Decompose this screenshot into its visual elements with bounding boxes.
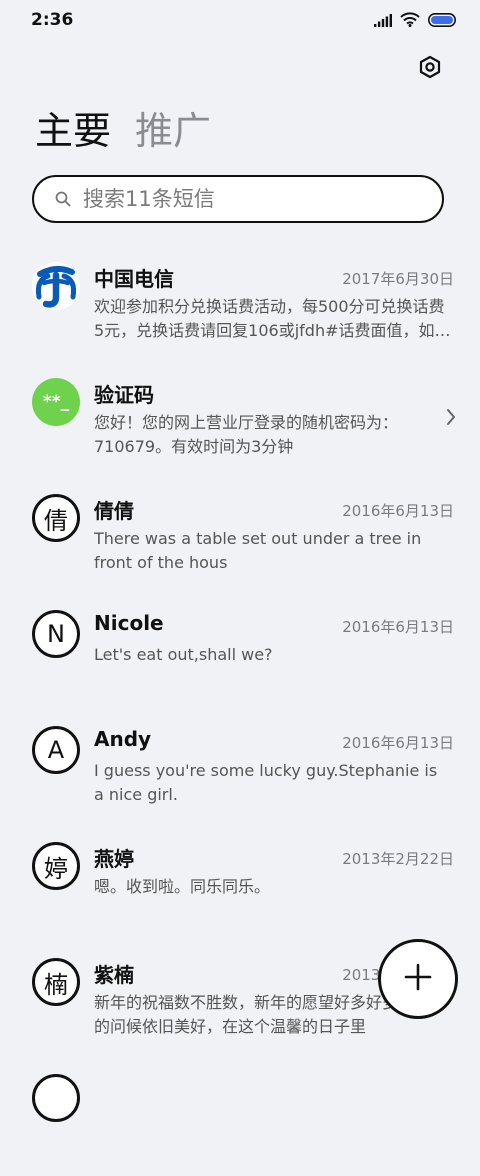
avatar: A bbox=[32, 726, 80, 774]
message-preview: 嗯。收到啦。同乐同乐。 bbox=[94, 877, 271, 896]
signal-icon bbox=[374, 12, 392, 31]
settings-icon bbox=[418, 55, 442, 83]
avatar bbox=[32, 1074, 80, 1122]
message-list: 中国电信 2017年6月30日 欢迎参加积分兑换话费活动，每500分可兑换话费5… bbox=[0, 248, 480, 1176]
message-date: 2016年6月13日 bbox=[342, 618, 454, 636]
wifi-icon bbox=[400, 12, 420, 31]
message-date: 2016年6月13日 bbox=[342, 734, 454, 752]
status-icons bbox=[374, 12, 456, 31]
battery-icon bbox=[428, 12, 456, 31]
search-input[interactable] bbox=[83, 187, 383, 211]
contact-name: 燕婷 bbox=[94, 847, 134, 871]
conversation-item[interactable]: 中国电信 2017年6月30日 欢迎参加积分兑换话费活动，每500分可兑换话费5… bbox=[0, 248, 480, 364]
message-preview: 您好！您的网上营业厅登录的随机密码为：710679。有效时间为3分钟 bbox=[94, 413, 399, 456]
message-date: 2013年2月22日 bbox=[342, 850, 454, 868]
avatar: N bbox=[32, 610, 80, 658]
conversation-item[interactable]: 倩 倩倩 2016年6月13日 There was a table set ou… bbox=[0, 480, 480, 596]
contact-name: Andy bbox=[94, 727, 152, 751]
status-bar: 2:36 bbox=[0, 0, 480, 40]
search-bar[interactable] bbox=[32, 175, 444, 223]
contact-name: 验证码 bbox=[94, 383, 154, 407]
message-preview: I guess you're some lucky guy.Stephanie … bbox=[94, 761, 438, 804]
message-preview: 欢迎参加积分兑换话费活动，每500分可兑换话费5元，兑换话费请回复106或jfd… bbox=[94, 297, 451, 340]
contact-name: 紫楠 bbox=[94, 963, 134, 987]
message-date: 2017年6月30日 bbox=[342, 270, 454, 288]
avatar: 婷 bbox=[32, 842, 80, 890]
tabs: 主要 推广 bbox=[35, 107, 211, 155]
message-preview: There was a table set out under a tree i… bbox=[94, 529, 422, 572]
chevron-right-icon[interactable] bbox=[446, 408, 456, 426]
avatar: 倩 bbox=[32, 494, 80, 542]
contact-name: 倩倩 bbox=[94, 499, 134, 523]
conversation-item[interactable]: A Andy 2016年6月13日 I guess you're some lu… bbox=[0, 712, 480, 828]
settings-button[interactable] bbox=[413, 52, 447, 86]
conversation-item[interactable]: **_ 验证码 您好！您的网上营业厅登录的随机密码为：710679。有效时间为3… bbox=[0, 364, 480, 480]
status-time: 2:36 bbox=[31, 10, 74, 30]
search-icon bbox=[55, 191, 71, 207]
tab-promotions[interactable]: 推广 bbox=[135, 107, 211, 155]
new-message-button[interactable] bbox=[378, 939, 458, 1019]
conversation-item[interactable]: 婷 燕婷 2013年2月22日 嗯。收到啦。同乐同乐。 bbox=[0, 828, 480, 944]
verification-code-avatar: **_ bbox=[32, 378, 80, 426]
tab-primary[interactable]: 主要 bbox=[35, 107, 111, 155]
china-telecom-logo-avatar bbox=[32, 262, 80, 310]
contact-name: 中国电信 bbox=[94, 267, 174, 291]
conversation-item[interactable] bbox=[0, 1060, 480, 1176]
message-date: 2016年6月13日 bbox=[342, 502, 454, 520]
message-preview: Let's eat out,shall we? bbox=[94, 645, 273, 664]
conversation-item[interactable]: N Nicole 2016年6月13日 Let's eat out,shall … bbox=[0, 596, 480, 712]
avatar: 楠 bbox=[32, 958, 80, 1006]
plus-icon bbox=[404, 963, 432, 995]
contact-name: Nicole bbox=[94, 611, 164, 635]
